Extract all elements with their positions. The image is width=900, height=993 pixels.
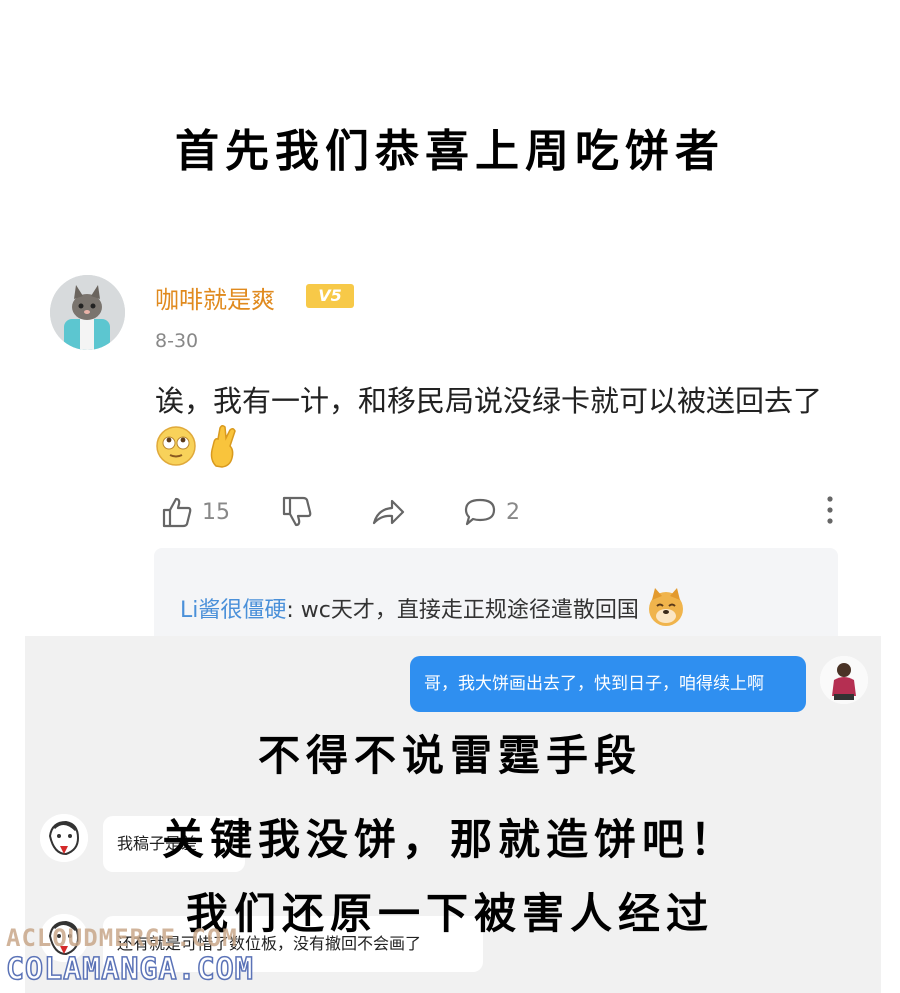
rolling-eyes-emoji-icon bbox=[155, 425, 197, 480]
comment-text: 诶，我有一计，和移民局说没绿卡就可以被送回去了 bbox=[155, 384, 823, 418]
thumbs-down-icon bbox=[282, 496, 312, 527]
cat-avatar-icon bbox=[50, 275, 125, 350]
share-button[interactable] bbox=[370, 494, 406, 530]
dislike-button[interactable] bbox=[280, 494, 314, 530]
reply-username[interactable]: Li酱很僵硬 bbox=[180, 598, 286, 623]
watermark-top: ACLOUDMERGE.COM bbox=[6, 924, 238, 952]
more-options-button[interactable] bbox=[820, 492, 840, 528]
reply-count: 2 bbox=[506, 499, 520, 525]
share-arrow-icon bbox=[372, 499, 405, 525]
vip-level-badge: V5 bbox=[306, 284, 354, 308]
comment-date: 8-30 bbox=[155, 330, 199, 352]
reply-text: : wc天才，直接走正规途径遣散回国 bbox=[286, 598, 639, 623]
caption-line-1: 首先我们恭喜上周吃饼者 bbox=[175, 126, 725, 177]
chat-avatar-self[interactable] bbox=[820, 656, 868, 704]
person-avatar-icon bbox=[820, 656, 868, 704]
comment-bubble-icon bbox=[464, 498, 496, 526]
watermark-bottom: COLAMANGA.COM bbox=[5, 951, 254, 988]
like-count: 15 bbox=[202, 499, 230, 525]
reply-preview[interactable]: Li酱很僵硬: wc天才，直接走正规途径遣散回国 bbox=[154, 548, 838, 636]
more-dots-icon bbox=[827, 496, 833, 524]
caption-line-3: 关键我没饼，那就造饼吧！ bbox=[161, 815, 738, 864]
comment-username[interactable]: 咖啡就是爽 bbox=[155, 280, 275, 315]
like-button[interactable]: 15 bbox=[160, 494, 230, 530]
doge-emoji-icon bbox=[646, 588, 686, 634]
caption-line-2: 不得不说雷霆手段 bbox=[257, 731, 642, 780]
fingers-crossed-emoji-icon bbox=[206, 424, 242, 481]
comment-body: 诶，我有一计，和移民局说没绿卡就可以被送回去了 bbox=[155, 378, 835, 481]
user-avatar[interactable] bbox=[50, 275, 125, 350]
reply-line: Li酱很僵硬: wc天才，直接走正规途径遣散回国 bbox=[180, 588, 686, 634]
thumbs-up-icon bbox=[162, 497, 192, 528]
chat-bubble-outgoing: 哥，我大饼画出去了，快到日子，咱得续上啊 bbox=[410, 656, 806, 712]
reply-button[interactable]: 2 bbox=[462, 494, 520, 530]
